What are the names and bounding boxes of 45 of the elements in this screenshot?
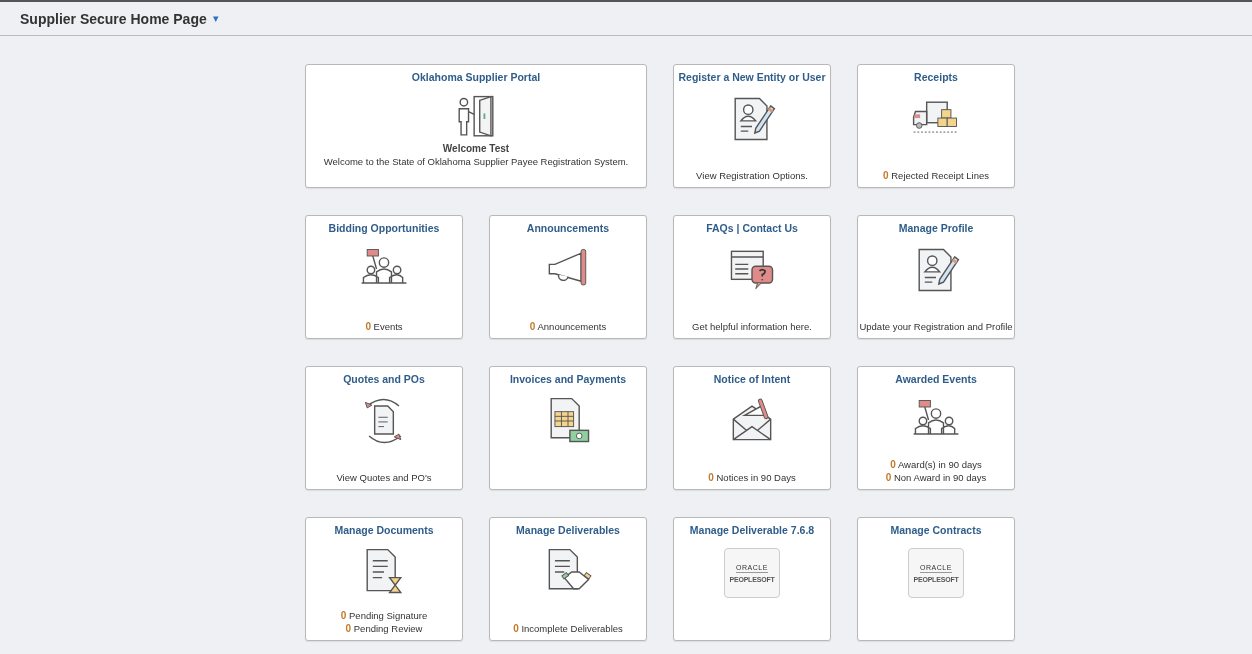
tile-count-line: 0 Notices in 90 Days bbox=[708, 472, 796, 483]
tile-title: Notice of Intent bbox=[713, 373, 791, 385]
tile-count-line: 0 Non Award in 90 days bbox=[885, 472, 987, 483]
tile-title: Invoices and Payments bbox=[509, 373, 627, 385]
page-title[interactable]: Supplier Secure Home Page bbox=[20, 10, 207, 27]
tile-title: Quotes and POs bbox=[343, 373, 425, 385]
tile-title: Manage Profile bbox=[898, 222, 974, 234]
tile[interactable]: Awarded Events 0 Award(s) in 90 days 0 Non Award in 90 days bbox=[857, 366, 1015, 490]
tile-count-line: 0 Award(s) in 90 days bbox=[890, 459, 982, 470]
tile[interactable]: Manage Deliverables 0 Incomplete Deliverables bbox=[489, 517, 647, 641]
tile-description: Get helpful information here. bbox=[692, 321, 812, 332]
welcome-text: Welcome Test bbox=[442, 143, 510, 154]
tile-description: Welcome to the State of Oklahoma Supplier Payee Registration System. bbox=[323, 156, 629, 167]
tile-title: Manage Documents bbox=[334, 524, 434, 536]
tile-title: Manage Contracts bbox=[890, 524, 982, 536]
tile-count-line: 0 Pending Signature bbox=[340, 610, 428, 621]
tile-title: Oklahoma Supplier Portal bbox=[411, 71, 541, 83]
tile[interactable]: Register a New Entity or User View Registration Options. bbox=[673, 64, 831, 188]
tile-title: Announcements bbox=[526, 222, 610, 234]
tile-count-line: 0 Rejected Receipt Lines bbox=[883, 170, 989, 181]
tile[interactable]: Bidding Opportunities 0 Events bbox=[305, 215, 463, 339]
tile-title: Awarded Events bbox=[895, 373, 977, 385]
tile[interactable]: Manage Documents 0 Pending Signature 0 Pending Review bbox=[305, 517, 463, 641]
tile-title: Receipts bbox=[914, 71, 958, 83]
tile-title: FAQs | Contact Us bbox=[706, 222, 798, 234]
tile[interactable]: Quotes and POs View Quotes and PO's bbox=[305, 366, 463, 490]
tile-title: Register a New Entity or User bbox=[678, 71, 826, 83]
tile[interactable]: Invoices and Payments bbox=[489, 366, 647, 490]
tile-title: Manage Deliverable 7.6.8 bbox=[689, 524, 815, 536]
tile-description: View Registration Options. bbox=[696, 170, 808, 181]
tile-count-line: 0 Incomplete Deliverables bbox=[513, 623, 623, 634]
tile[interactable]: FAQs | Contact Us Get helpful information here. bbox=[673, 215, 831, 339]
tile[interactable]: Receipts 0 Rejected Receipt Lines bbox=[857, 64, 1015, 188]
caret-icon[interactable]: ▾ bbox=[212, 12, 219, 25]
tile-description: Update your Registration and Profile bbox=[859, 321, 1013, 332]
tile-count-line: 0 Events bbox=[365, 321, 403, 332]
tile-description: View Quotes and PO's bbox=[336, 472, 432, 483]
tile-count-line: 0 Announcements bbox=[529, 321, 607, 332]
tile[interactable]: Oklahoma Supplier Portal Welcome Test Welcome to the State of Oklahoma Supplier Payee Registration System. bbox=[305, 64, 647, 188]
tile[interactable]: Announcements 0 Announcements bbox=[489, 215, 647, 339]
tile-count-line: 0 Pending Review bbox=[345, 623, 423, 634]
tile-title: Bidding Opportunities bbox=[328, 222, 440, 234]
tile-title: Manage Deliverables bbox=[516, 524, 620, 536]
tile[interactable]: Manage Profile Update your Registration and Profile bbox=[857, 215, 1015, 339]
tile[interactable]: Notice of Intent 0 Notices in 90 Days bbox=[673, 366, 831, 490]
